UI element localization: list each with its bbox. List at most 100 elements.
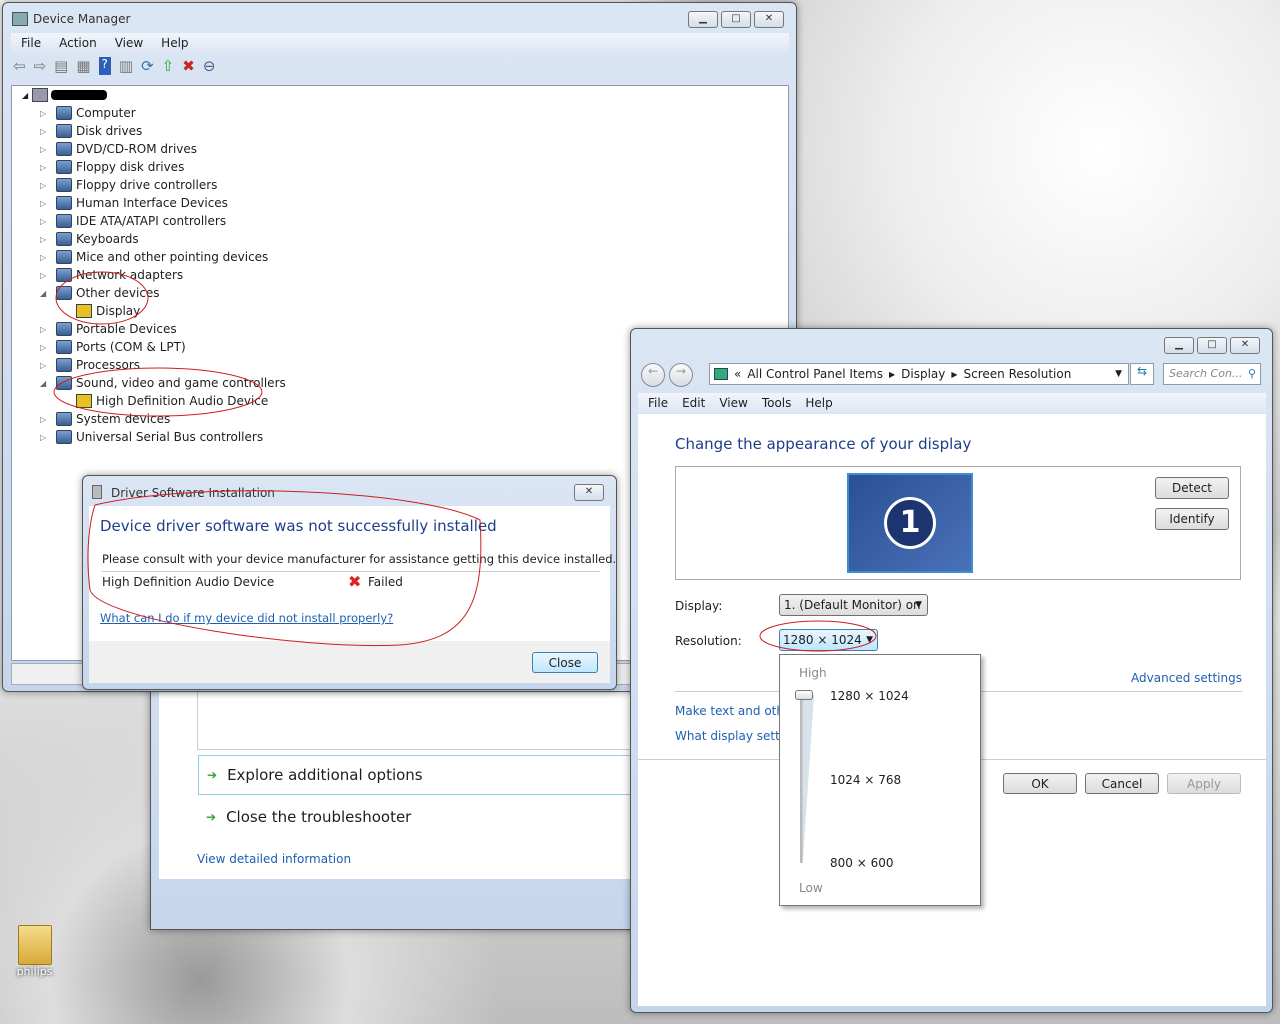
tree-node[interactable]: ▷ Disk drives [40, 122, 142, 140]
menu-help[interactable]: Help [805, 396, 832, 410]
expand-icon[interactable]: ▷ [40, 199, 52, 208]
menu-view[interactable]: View [719, 396, 747, 410]
breadcrumb-control-panel[interactable]: All Control Panel Items [747, 367, 883, 381]
tree-node-label: Portable Devices [76, 322, 177, 336]
minimize-button[interactable]: ▁ [1164, 337, 1194, 354]
expand-icon[interactable]: ▷ [40, 361, 52, 370]
ok-button[interactable]: OK [1003, 773, 1077, 794]
expand-icon[interactable]: ▷ [40, 163, 52, 172]
tree-node[interactable]: ▷ System devices [40, 410, 170, 428]
uninstall-icon[interactable]: ✖ [182, 57, 195, 75]
show-hide-console-tree-icon[interactable]: ▤ [54, 57, 68, 75]
tree-node[interactable]: ▷ Mice and other pointing devices [40, 248, 268, 266]
address-bar[interactable]: « All Control Panel Items ▶ Display ▶ Scre… [709, 363, 1129, 385]
expand-icon[interactable]: ▷ [40, 325, 52, 334]
menu-tools[interactable]: Tools [762, 396, 792, 410]
tree-node[interactable]: ▷ Human Interface Devices [40, 194, 228, 212]
tree-node[interactable]: ▷ Network adapters [40, 266, 183, 284]
close-button[interactable]: ✕ [754, 11, 784, 28]
scan-hardware-icon[interactable]: ⟳ [141, 57, 154, 75]
minimize-button[interactable]: ▁ [688, 11, 718, 28]
menu-action[interactable]: Action [59, 36, 97, 50]
monitor-1[interactable]: 1 [847, 473, 973, 573]
menu-file[interactable]: File [21, 36, 41, 50]
tree-node[interactable]: ▷ Ports (COM & LPT) [40, 338, 186, 356]
explore-options-button[interactable]: ➔ Explore additional options [198, 755, 639, 795]
collapse-icon[interactable]: ◢ [40, 289, 52, 298]
resolution-option[interactable]: 1280 × 1024 [830, 689, 909, 703]
content: Change the appearance of your display 1 … [638, 414, 1266, 1006]
tree-node[interactable]: Display [60, 302, 140, 320]
tree-node-label: Computer [76, 106, 136, 120]
help-link[interactable]: What can I do if my device did not insta… [100, 611, 393, 625]
tree-node[interactable]: High Definition Audio Device [60, 392, 268, 410]
dialog-message: Please consult with your device manufact… [102, 552, 617, 566]
tree-node-label: Keyboards [76, 232, 139, 246]
expand-icon[interactable]: ▷ [40, 145, 52, 154]
expand-icon[interactable]: ▷ [40, 181, 52, 190]
detect-button[interactable]: Detect [1155, 477, 1229, 499]
breadcrumb-screen-resolution[interactable]: Screen Resolution [964, 367, 1072, 381]
device-icon [56, 214, 72, 228]
back-button[interactable]: ← [641, 363, 665, 387]
expand-icon[interactable]: ▷ [40, 217, 52, 226]
collapse-icon[interactable]: ◢ [40, 379, 52, 388]
tree-node-label: Display [96, 304, 141, 318]
help-icon[interactable]: ? [98, 57, 111, 75]
close-button[interactable]: Close [532, 652, 598, 673]
close-troubleshooter-button[interactable]: ➔ Close the troubleshooter [206, 808, 411, 826]
resolution-slider-track[interactable] [800, 695, 814, 863]
maximize-button[interactable]: □ [1197, 337, 1227, 354]
breadcrumb-display[interactable]: Display [901, 367, 945, 381]
resolution-option[interactable]: 800 × 600 [830, 856, 894, 870]
back-icon[interactable]: ⇦ [13, 57, 26, 75]
expand-icon[interactable]: ▷ [40, 235, 52, 244]
view-detailed-information-link[interactable]: View detailed information [197, 852, 351, 866]
tree-node[interactable]: ▷ Computer [40, 104, 136, 122]
tree-node[interactable]: ▷ Floppy disk drives [40, 158, 184, 176]
close-button[interactable]: ✕ [1230, 337, 1260, 354]
disable-icon[interactable]: ⊖ [203, 57, 216, 75]
menu-help[interactable]: Help [161, 36, 188, 50]
search-input[interactable]: Search Con... ⚲ [1163, 363, 1261, 385]
menu-file[interactable]: File [648, 396, 668, 410]
tree-node[interactable]: ▷ Floppy drive controllers [40, 176, 217, 194]
expand-icon[interactable]: ▷ [40, 271, 52, 280]
forward-button[interactable]: → [669, 363, 693, 387]
tree-node[interactable]: ▷ IDE ATA/ATAPI controllers [40, 212, 226, 230]
show-action-pane-icon[interactable]: ▥ [119, 57, 133, 75]
chevron-down-icon[interactable]: ▼ [1115, 369, 1122, 379]
computer-root-node[interactable]: ◢ [22, 88, 108, 102]
refresh-button[interactable]: ⇆ [1130, 363, 1154, 385]
advanced-settings-link[interactable]: Advanced settings [1131, 671, 1242, 685]
tree-node[interactable]: ▷ Keyboards [40, 230, 139, 248]
forward-icon[interactable]: ⇨ [34, 57, 47, 75]
properties-icon[interactable]: ▦ [76, 57, 90, 75]
resolution-option[interactable]: 1024 × 768 [830, 773, 901, 787]
tree-node-label: IDE ATA/ATAPI controllers [76, 214, 227, 228]
menu-edit[interactable]: Edit [682, 396, 705, 410]
cancel-button[interactable]: Cancel [1085, 773, 1159, 794]
tree-node[interactable]: ▷ Portable Devices [40, 320, 177, 338]
expand-icon[interactable]: ▷ [40, 343, 52, 352]
display-select[interactable]: 1. (Default Monitor) on ▼ [779, 594, 928, 616]
tree-node[interactable]: ◢ Other devices [40, 284, 160, 302]
expand-icon[interactable]: ▷ [40, 253, 52, 262]
expand-icon[interactable]: ▷ [40, 109, 52, 118]
tree-node[interactable]: ▷ Universal Serial Bus controllers [40, 428, 263, 446]
tree-node[interactable]: ◢ Sound, video and game controllers [40, 374, 286, 392]
expand-icon[interactable]: ▷ [40, 127, 52, 136]
menu-view[interactable]: View [115, 36, 143, 50]
maximize-button[interactable]: □ [721, 11, 751, 28]
desktop-icon-philips[interactable]: philips [12, 925, 57, 978]
tree-node[interactable]: ▷ Processors [40, 356, 140, 374]
identify-button[interactable]: Identify [1155, 508, 1229, 530]
update-driver-icon[interactable]: ⇧ [162, 57, 175, 75]
dialog-close-button[interactable]: ✕ [574, 484, 604, 501]
resolution-select[interactable]: 1280 × 1024 ▼ [779, 629, 878, 651]
tree-node[interactable]: ▷ DVD/CD-ROM drives [40, 140, 197, 158]
apply-button[interactable]: Apply [1167, 773, 1241, 794]
expand-icon[interactable]: ▷ [40, 415, 52, 424]
expand-icon[interactable]: ▷ [40, 433, 52, 442]
resolution-slider-thumb[interactable] [795, 690, 813, 700]
